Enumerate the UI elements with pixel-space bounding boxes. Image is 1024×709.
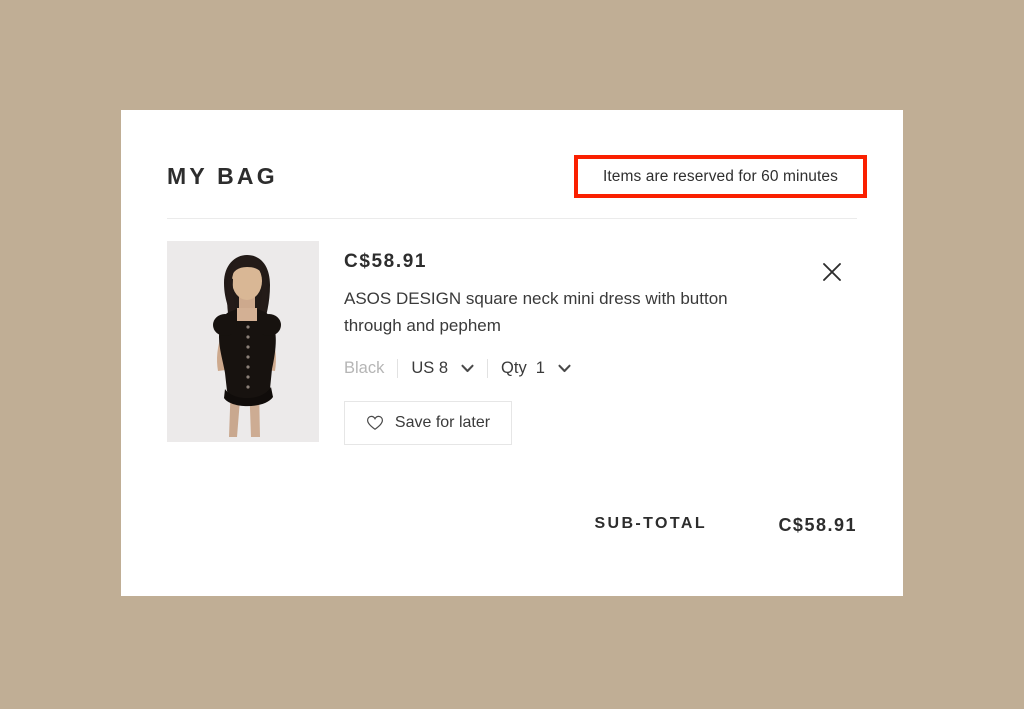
quantity-selector[interactable]: Qty 1: [501, 359, 571, 378]
chevron-down-icon: [461, 364, 474, 373]
bag-card: MY BAG Items are reserved for 60 minutes: [121, 110, 903, 596]
reservation-notice-text: Items are reserved for 60 minutes: [602, 167, 839, 185]
size-value: US 8: [411, 358, 449, 377]
reservation-notice-annotation: Items are reserved for 60 minutes: [574, 155, 867, 198]
header-divider: [167, 218, 857, 219]
size-selector[interactable]: US 8: [411, 359, 474, 378]
product-variants: Black US 8 Qty 1: [344, 356, 764, 380]
close-icon: [821, 261, 843, 288]
quantity-value: 1: [535, 358, 545, 377]
quantity-label: Qty: [501, 358, 527, 377]
variant-divider: [487, 358, 489, 378]
product-info: C$58.91 ASOS DESIGN square neck mini dre…: [344, 241, 764, 445]
subtotal-label: SUB-TOTAL: [594, 515, 707, 532]
chevron-down-icon: [558, 364, 571, 373]
save-for-later-button[interactable]: Save for later: [344, 401, 512, 445]
product-name: ASOS DESIGN square neck mini dress with …: [344, 289, 728, 335]
heart-outline-icon: [366, 415, 384, 431]
save-for-later-label: Save for later: [394, 414, 491, 431]
subtotal-row: SUB-TOTAL C$58.91: [167, 515, 857, 541]
page-title: MY BAG: [167, 163, 278, 189]
subtotal-value: C$58.91: [778, 515, 857, 535]
product-thumbnail[interactable]: [167, 241, 319, 442]
variant-divider: [397, 358, 399, 378]
remove-item-button[interactable]: [817, 259, 847, 289]
variant-color: Black: [344, 358, 385, 377]
product-price: C$58.91: [344, 251, 428, 272]
